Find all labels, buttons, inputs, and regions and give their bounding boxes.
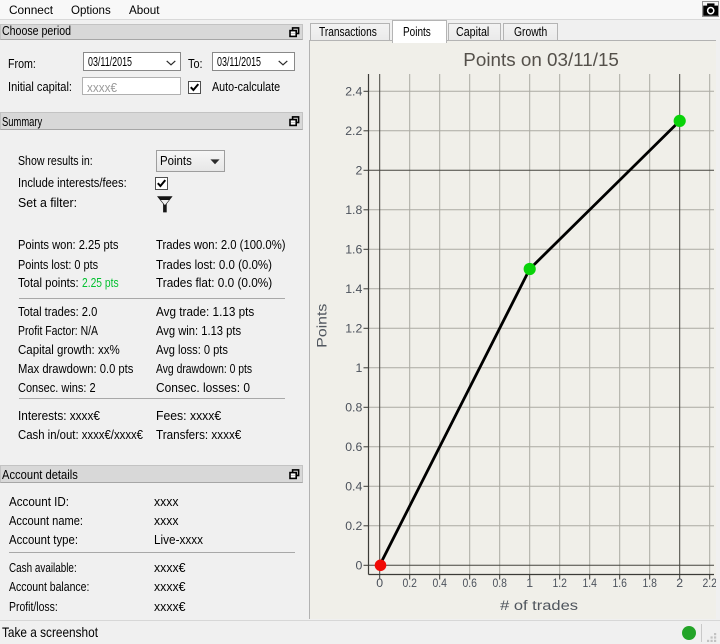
svg-text:1: 1 xyxy=(355,361,362,375)
svg-text:2.4: 2.4 xyxy=(345,85,362,99)
svg-text:1.2: 1.2 xyxy=(345,322,362,336)
svg-text:0.8: 0.8 xyxy=(345,401,362,415)
svg-text:2: 2 xyxy=(676,576,683,590)
svg-text:1: 1 xyxy=(526,576,533,590)
svg-text:0.6: 0.6 xyxy=(345,440,362,454)
svg-text:1.4: 1.4 xyxy=(345,282,362,296)
svg-text:1.6: 1.6 xyxy=(345,243,362,257)
svg-text:0: 0 xyxy=(355,559,362,573)
svg-text:0.2: 0.2 xyxy=(345,519,362,533)
svg-text:1.8: 1.8 xyxy=(345,203,362,217)
svg-text:0.2: 0.2 xyxy=(402,576,417,590)
svg-text:0: 0 xyxy=(376,576,383,590)
svg-text:Points on 03/11/15: Points on 03/11/15 xyxy=(463,50,619,70)
svg-text:2.2: 2.2 xyxy=(345,124,362,138)
svg-text:1.6: 1.6 xyxy=(612,576,627,590)
svg-text:# of trades: # of trades xyxy=(500,598,578,614)
svg-text:0.6: 0.6 xyxy=(462,576,477,590)
svg-text:2: 2 xyxy=(355,164,362,178)
svg-text:0.4: 0.4 xyxy=(345,480,362,494)
svg-text:0.8: 0.8 xyxy=(492,576,507,590)
svg-text:2.2: 2.2 xyxy=(702,576,716,590)
svg-text:Points: Points xyxy=(315,304,331,348)
svg-text:1.2: 1.2 xyxy=(552,576,567,590)
svg-text:1.4: 1.4 xyxy=(582,576,597,590)
svg-text:0.4: 0.4 xyxy=(432,576,447,590)
svg-text:1.8: 1.8 xyxy=(642,576,657,590)
